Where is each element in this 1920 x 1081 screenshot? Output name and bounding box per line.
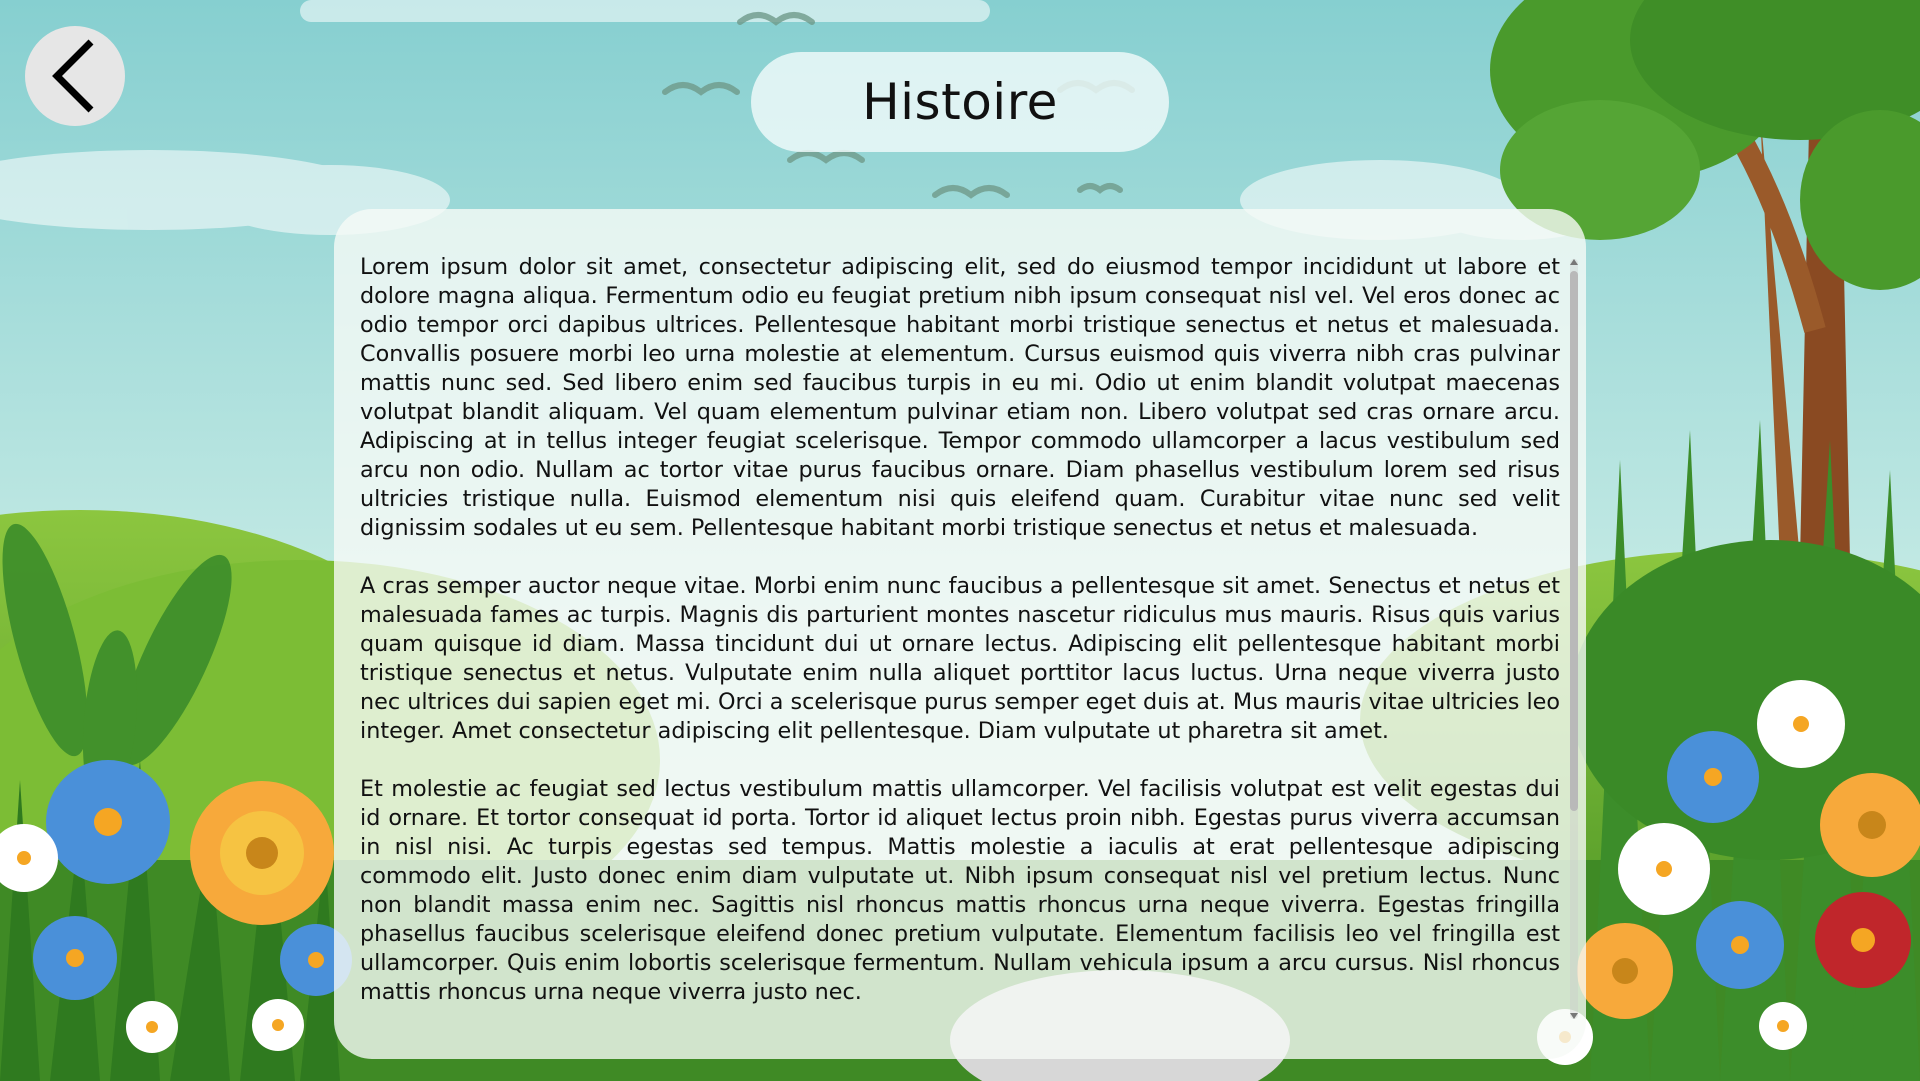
story-text-area[interactable]: Lorem ipsum dolor sit amet, consectetur … xyxy=(360,253,1560,1033)
story-paragraph: Lorem ipsum dolor sit amet, consectetur … xyxy=(360,254,1560,541)
story-paragraph: A cras semper auctor neque vitae. Morbi … xyxy=(360,573,1560,744)
back-button[interactable] xyxy=(25,26,125,126)
title-banner: Histoire xyxy=(751,52,1169,152)
scrollbar[interactable] xyxy=(1570,259,1578,1019)
scroll-down-arrow-icon[interactable] xyxy=(1570,1013,1578,1019)
scroll-up-arrow-icon[interactable] xyxy=(1570,259,1578,265)
story-panel: Lorem ipsum dolor sit amet, consectetur … xyxy=(334,209,1586,1059)
page-title: Histoire xyxy=(862,73,1058,131)
story-paragraph: Et molestie ac feugiat sed lectus vestib… xyxy=(360,776,1560,1005)
scroll-thumb[interactable] xyxy=(1570,271,1578,811)
chevron-left-icon xyxy=(52,39,94,113)
